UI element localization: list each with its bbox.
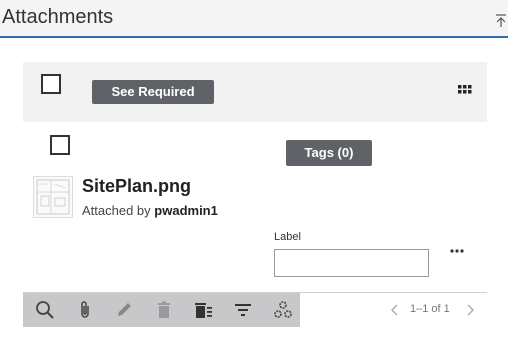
attached-by-prefix: Attached by <box>82 203 151 218</box>
label-input[interactable] <box>274 249 429 277</box>
delete-multiple-icon[interactable] <box>193 300 213 320</box>
attachments-header: Attachments <box>0 0 508 38</box>
see-required-button[interactable]: See Required <box>92 80 214 104</box>
collapse-icon[interactable] <box>495 14 507 28</box>
attached-by-text: Attached by pwadmin1 <box>82 203 218 218</box>
next-page-icon[interactable] <box>465 303 475 317</box>
attached-by-user: pwadmin1 <box>154 203 218 218</box>
trash-icon[interactable] <box>154 300 174 320</box>
attachment-checkbox[interactable] <box>50 135 70 155</box>
tags-button[interactable]: Tags (0) <box>286 140 372 166</box>
paperclip-icon[interactable] <box>75 300 95 320</box>
search-icon[interactable] <box>35 300 55 320</box>
attachment-filename[interactable]: SitePlan.png <box>82 176 191 197</box>
more-options-icon[interactable] <box>449 246 465 256</box>
filter-icon[interactable] <box>233 300 253 320</box>
image-thumbnail[interactable] <box>33 176 73 218</box>
pencil-icon[interactable] <box>114 300 134 320</box>
previous-page-icon[interactable] <box>390 303 400 317</box>
page-title: Attachments <box>2 6 114 28</box>
grid-view-icon[interactable] <box>458 85 472 97</box>
label-caption: Label <box>274 231 301 243</box>
pagination-text: 1–1 of 1 <box>410 303 450 315</box>
settings-cluster-icon[interactable] <box>273 300 293 320</box>
select-all-checkbox[interactable] <box>41 74 61 94</box>
